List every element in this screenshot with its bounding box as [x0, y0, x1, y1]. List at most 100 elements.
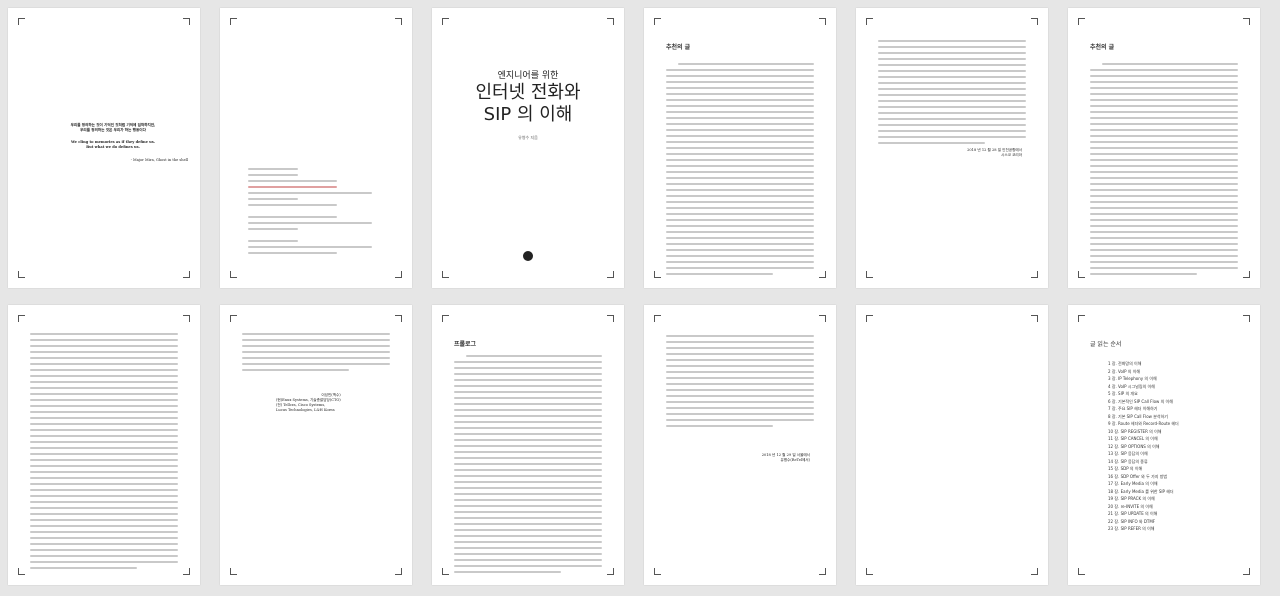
- spellcheck-line: [248, 186, 338, 188]
- text-line: [878, 70, 1026, 72]
- text-line: [878, 64, 1026, 66]
- crop-mark: [866, 315, 873, 322]
- document-page-11[interactable]: [856, 305, 1048, 585]
- section-heading: 프롤로그: [454, 341, 477, 348]
- text-line: [666, 383, 814, 385]
- crop-mark: [230, 568, 237, 575]
- text-line: [666, 407, 814, 409]
- document-page-7[interactable]: [8, 305, 200, 585]
- text-line: [454, 451, 602, 453]
- text-line: [454, 361, 602, 363]
- text-line: [30, 393, 178, 395]
- text-line: [878, 40, 1026, 42]
- text-line: [666, 99, 814, 101]
- text-line: [242, 357, 390, 359]
- document-page-3[interactable]: 엔지니어를 위한 인터넷 전화와 SIP 의 이해 유병수 지음: [432, 8, 624, 288]
- text-line: [1090, 183, 1238, 185]
- text-line: [666, 413, 814, 415]
- text-line: [666, 425, 773, 427]
- text-line: [1090, 141, 1238, 143]
- document-page-6[interactable]: 추천의 글: [1068, 8, 1260, 288]
- text-line: [666, 87, 814, 89]
- crop-mark: [654, 568, 661, 575]
- text-line: [1090, 201, 1238, 203]
- crop-mark: [230, 271, 237, 278]
- crop-mark: [18, 18, 25, 25]
- text-line: [454, 505, 602, 507]
- crop-mark: [1031, 271, 1038, 278]
- crop-mark: [18, 271, 25, 278]
- text-line: [666, 389, 814, 391]
- text-line: [454, 421, 602, 423]
- book-title: SIP 의 이해: [483, 104, 573, 125]
- document-page-4[interactable]: 추천의 글: [644, 8, 836, 288]
- text-line: [30, 447, 178, 449]
- document-page-2[interactable]: [220, 8, 412, 288]
- crop-mark: [395, 568, 402, 575]
- text-line: [30, 417, 178, 419]
- text-line: [30, 507, 178, 509]
- crop-mark: [607, 568, 614, 575]
- toc-item: 8 장. 기본 SIP Call Flow 분석하기: [1108, 413, 1168, 419]
- epigraph: 우리를 정의하는 것이 기억인 것처럼 기억에 집착하지만, 우리를 정의하는 …: [38, 123, 188, 163]
- document-page-5[interactable]: 2018 년 12 월 28 일 인천공항에서 시스코 코리아: [856, 8, 1048, 288]
- text-line: [666, 93, 814, 95]
- toc-item: 3 장. IP Telephony 의 이해: [1108, 376, 1157, 381]
- text-line: [454, 409, 602, 411]
- crop-mark: [1243, 568, 1250, 575]
- toc-item: 21 장. SIP UPDATE 의 이해: [1108, 511, 1158, 516]
- text-line: [454, 475, 602, 477]
- title-block: 엔지니어를 위한 인터넷 전화와 SIP 의 이해 유병수 지음: [432, 68, 624, 141]
- crop-mark: [819, 568, 826, 575]
- text-line: [666, 213, 814, 215]
- document-page-8[interactable]: 이성민(백수) (현)Enux Systems, 기술총괄담당(CTO) (전)…: [220, 305, 412, 585]
- text-line: [30, 387, 178, 389]
- text-line: [1090, 147, 1238, 149]
- text-line: [248, 216, 338, 218]
- text-line: [666, 153, 814, 155]
- text-line: [666, 395, 814, 397]
- text-line: [878, 130, 1026, 132]
- signature-name: 시스코 코리아: [1001, 153, 1022, 157]
- text-line: [666, 219, 814, 221]
- book-title: 인터넷 전화와: [475, 82, 581, 103]
- text-line: [666, 69, 814, 71]
- text-line: [454, 391, 602, 393]
- text-line: [666, 105, 814, 107]
- document-page-9[interactable]: 프롤로그: [432, 305, 624, 585]
- text-line: [878, 106, 1026, 108]
- text-line: [30, 525, 178, 527]
- text-line: [1090, 105, 1238, 107]
- crop-mark: [183, 18, 190, 25]
- text-line: [30, 369, 178, 371]
- text-line: [1090, 75, 1238, 77]
- text-line: [666, 249, 814, 251]
- text-line: [242, 345, 390, 347]
- text-line: [454, 379, 602, 381]
- text-line: [30, 495, 178, 497]
- text-line: [454, 535, 602, 537]
- text-line: [666, 147, 814, 149]
- text-line: [242, 369, 349, 371]
- crop-mark: [395, 271, 402, 278]
- toc-item: 14 장. SIP 응답의 종류: [1108, 458, 1148, 464]
- text-line: [30, 429, 178, 431]
- crop-mark: [395, 18, 402, 25]
- text-line: [878, 100, 1026, 102]
- text-line: [1090, 99, 1238, 101]
- text-line: [454, 559, 602, 561]
- text-line: [1090, 159, 1238, 161]
- text-line: [666, 165, 814, 167]
- text-line: [30, 423, 178, 425]
- text-line: [666, 267, 814, 269]
- text-line: [1090, 177, 1238, 179]
- text-line: [242, 363, 390, 365]
- text-line: [666, 135, 814, 137]
- text-line: [666, 129, 814, 131]
- document-page-10[interactable]: 2018 년 12 월 29 일 서울에서 유병수(ReTel에서): [644, 305, 836, 585]
- text-line: [242, 339, 390, 341]
- document-page-12[interactable]: 글 읽는 순서 1 장. 전화망의 이해 2 장. VoIP 의 이해 3 장.…: [1068, 305, 1260, 585]
- text-line: [666, 347, 814, 349]
- document-page-1[interactable]: 우리를 정의하는 것이 기억인 것처럼 기억에 집착하지만, 우리를 정의하는 …: [8, 8, 200, 288]
- text-line: [666, 273, 773, 275]
